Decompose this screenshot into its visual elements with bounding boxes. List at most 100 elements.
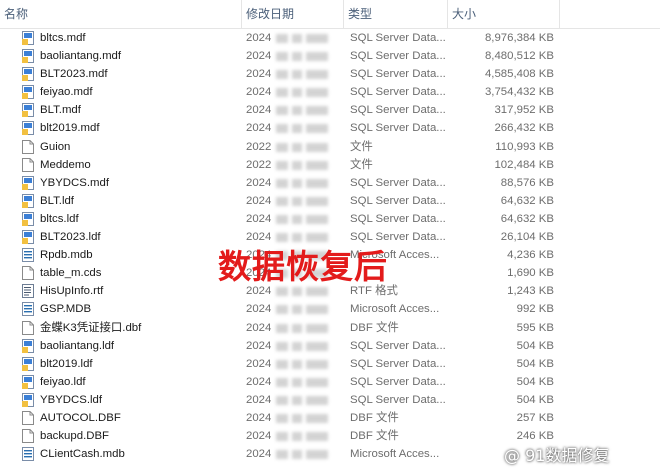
file-type: 文件 [350, 140, 373, 153]
file-row[interactable]: BLT.mdf 2024 SQL Server Data... 317,952 KB [0, 101, 660, 119]
redacted-date-part [306, 88, 328, 98]
redacted-date-part [292, 52, 302, 62]
file-size: 504 KB [516, 393, 554, 406]
file-explorer-window: 名称 修改日期 类型 大小 bltcs.mdf 2024 SQL Server Da… [0, 0, 660, 469]
column-header-name[interactable]: 名称 [0, 0, 242, 28]
file-name: BLT.mdf [40, 104, 81, 117]
file-type: SQL Server Data... [350, 32, 446, 44]
file-row[interactable]: YBYDCS.mdf 2024 SQL Server Data... 88,576 K… [0, 174, 660, 192]
file-date: 2024 [246, 176, 272, 189]
redacted-date-part [306, 359, 328, 369]
file-name: BLT.ldf [40, 194, 74, 207]
file-type: DBF 文件 [350, 411, 399, 424]
file-size: 110,993 KB [495, 140, 554, 153]
redacted-date-part [306, 287, 328, 297]
redacted-date-part [276, 52, 288, 62]
sql-server-database-icon [22, 121, 35, 136]
sql-server-log-icon [22, 193, 35, 208]
access-database-icon [22, 447, 35, 462]
redacted-date-part [276, 450, 288, 460]
column-header-date[interactable]: 修改日期 [242, 0, 344, 28]
redacted-date-part [276, 160, 288, 170]
file-date: 2024 [246, 303, 272, 316]
blank-file-icon [22, 139, 35, 154]
file-name: bltcs.mdf [40, 32, 86, 44]
redacted-date-part [306, 395, 328, 405]
file-type: Microsoft Acces... [350, 303, 440, 316]
file-name: AUTOCOL.DBF [40, 411, 121, 424]
file-row[interactable]: baoliantang.mdf 2024 SQL Server Data... 8,4… [0, 47, 660, 65]
redacted-date-part [292, 196, 302, 206]
file-name: feiyao.mdf [40, 86, 93, 99]
file-row[interactable]: AUTOCOL.DBF 2024 DBF 文件 257 KB [0, 409, 660, 427]
redacted-date-part [292, 34, 302, 43]
redacted-date-part [292, 450, 302, 460]
file-row[interactable]: Guion 2022 文件 110,993 KB [0, 138, 660, 156]
file-size: 26,104 KB [500, 231, 554, 244]
overlay-caption: 数据恢复后 [218, 247, 388, 286]
sql-server-database-icon [22, 85, 35, 100]
file-type: SQL Server Data... [350, 393, 446, 406]
redacted-date-part [306, 413, 328, 423]
file-row[interactable]: blt2019.mdf 2024 SQL Server Data... 266,432… [0, 119, 660, 137]
redacted-date-part [292, 214, 302, 224]
redacted-date-part [292, 106, 302, 116]
file-size: 595 KB [516, 321, 554, 334]
file-row[interactable]: blt2019.ldf 2024 SQL Server Data... 504 KB [0, 355, 660, 373]
redacted-date-part [292, 305, 302, 315]
column-header-size[interactable]: 大小 [448, 0, 560, 28]
file-row[interactable]: feiyao.ldf 2024 SQL Server Data... 504 KB [0, 373, 660, 391]
sql-server-database-icon [22, 67, 35, 82]
file-row[interactable]: Meddemo 2022 文件 102,484 KB [0, 156, 660, 174]
redacted-date-part [276, 88, 288, 98]
file-type: SQL Server Data... [350, 357, 446, 370]
sql-server-database-icon [22, 175, 35, 190]
redacted-date-part [276, 305, 288, 315]
sql-server-log-icon [22, 392, 35, 407]
redacted-date-part [276, 106, 288, 116]
file-row[interactable]: YBYDCS.ldf 2024 SQL Server Data... 504 KB [0, 391, 660, 409]
file-row[interactable]: BLT2023.mdf 2024 SQL Server Data... 4,585,4… [0, 65, 660, 83]
file-row[interactable]: 金蝶K3凭证接口.dbf 2024 DBF 文件 595 KB [0, 319, 660, 337]
blank-file-icon [22, 266, 35, 281]
redacted-date-part [292, 70, 302, 80]
file-row[interactable]: BLT.ldf 2024 SQL Server Data... 64,632 KB [0, 192, 660, 210]
file-size: 102,484 KB [494, 158, 554, 171]
redacted-date-part [292, 160, 302, 170]
redacted-date-part [306, 341, 328, 351]
file-date: 2024 [246, 393, 272, 406]
file-type: 文件 [350, 158, 373, 171]
file-date: 2024 [246, 50, 272, 63]
redacted-date-part [292, 142, 302, 152]
sql-server-log-icon [22, 374, 35, 389]
watermark: @ 91数据修复 [504, 446, 610, 465]
redacted-date-part [306, 305, 328, 315]
file-row[interactable]: baoliantang.ldf 2024 SQL Server Data... 504… [0, 337, 660, 355]
file-row[interactable]: bltcs.mdf 2024 SQL Server Data... 8,976,384… [0, 29, 660, 47]
file-date: 2024 [246, 357, 272, 370]
redacted-date-part [276, 124, 288, 134]
redacted-date-part [292, 341, 302, 351]
file-type: SQL Server Data... [350, 50, 446, 63]
redacted-date-part [306, 377, 328, 387]
redacted-date-part [306, 124, 328, 134]
redacted-date-part [276, 178, 288, 188]
redacted-date-part [292, 413, 302, 423]
column-header-type[interactable]: 类型 [344, 0, 448, 28]
file-size: 64,632 KB [500, 212, 554, 225]
blank-file-icon [22, 410, 35, 425]
file-date: 2024 [246, 212, 272, 225]
file-row[interactable]: bltcs.ldf 2024 SQL Server Data... 64,632 KB [0, 210, 660, 228]
rtf-document-icon [22, 284, 35, 299]
file-name: feiyao.ldf [40, 375, 86, 388]
file-row[interactable]: feiyao.mdf 2024 SQL Server Data... 3,754,43… [0, 83, 660, 101]
access-database-icon [22, 248, 35, 263]
redacted-date-part [276, 34, 288, 43]
file-size: 4,236 KB [507, 249, 554, 262]
column-header: 名称 修改日期 类型 大小 [0, 0, 660, 29]
file-date: 2024 [246, 448, 272, 461]
file-date: 2024 [246, 32, 272, 44]
file-row[interactable]: GSP.MDB 2024 Microsoft Acces... 992 KB [0, 300, 660, 318]
redacted-date-part [292, 287, 302, 297]
file-type: SQL Server Data... [350, 339, 446, 352]
